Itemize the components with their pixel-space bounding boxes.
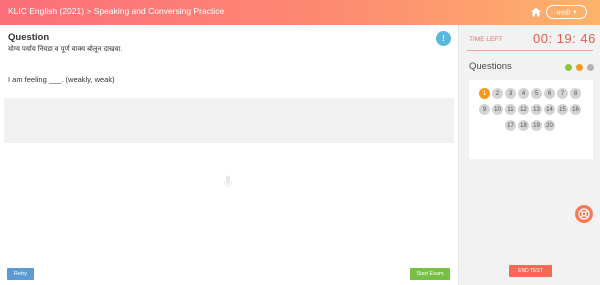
question-panel: Question योग्य पर्याय निवडा व पूर्ण वाक्… — [0, 25, 458, 285]
question-number[interactable]: 16 — [570, 104, 581, 115]
legend-unanswered-dot — [587, 64, 594, 71]
question-number[interactable]: 3 — [505, 88, 516, 99]
question-number[interactable]: 13 — [531, 104, 542, 115]
question-number[interactable]: 14 — [544, 104, 555, 115]
breadcrumb[interactable]: KLIC English (2021) > Speaking and Conve… — [8, 6, 224, 16]
help-icon — [578, 208, 590, 220]
question-instruction: योग्य पर्याय निवडा व पूर्ण वाक्य बोलून द… — [8, 46, 123, 53]
question-number[interactable]: 1 — [479, 88, 490, 99]
question-number[interactable]: 9 — [479, 104, 490, 115]
question-number[interactable]: 19 — [531, 120, 542, 131]
question-number[interactable]: 5 — [531, 88, 542, 99]
chevron-down-icon: ▾ — [573, 9, 577, 16]
divider — [467, 50, 593, 51]
question-sentence: I am feeling ___. (weakly, weak) — [8, 75, 115, 84]
microphone-icon[interactable] — [223, 175, 233, 189]
top-bar: KLIC English (2021) > Speaking and Conve… — [0, 0, 600, 25]
question-number[interactable]: 6 — [544, 88, 555, 99]
question-number[interactable]: 18 — [518, 120, 529, 131]
home-icon[interactable] — [530, 6, 542, 18]
question-number[interactable]: 10 — [492, 104, 503, 115]
help-button[interactable] — [575, 205, 593, 223]
time-left-label: TIME LEFT — [469, 36, 503, 43]
question-number[interactable]: 17 — [505, 120, 516, 131]
language-select[interactable]: मराठी ▾ — [546, 5, 587, 19]
question-number[interactable]: 7 — [557, 88, 568, 99]
info-icon: ! — [442, 34, 445, 43]
time-left-value: 00: 19: 46 — [533, 31, 596, 46]
retry-button[interactable]: Retry — [7, 268, 34, 280]
question-number[interactable]: 11 — [505, 104, 516, 115]
question-number[interactable]: 15 — [557, 104, 568, 115]
question-number[interactable]: 20 — [544, 120, 555, 131]
question-palette: 1 2 3 4 5 6 7 8 9 10 11 12 13 14 15 16 1… — [469, 80, 593, 159]
questions-heading: Questions — [469, 61, 512, 72]
language-label: मराठी — [556, 9, 571, 17]
question-number[interactable]: 4 — [518, 88, 529, 99]
question-number[interactable]: 2 — [492, 88, 503, 99]
question-number[interactable]: 12 — [518, 104, 529, 115]
sidebar: TIME LEFT 00: 19: 46 Questions 1 2 3 4 5… — [458, 25, 600, 285]
legend-answered-dot — [565, 64, 572, 71]
answer-area — [4, 98, 454, 143]
legend-current-dot — [576, 64, 583, 71]
question-number[interactable]: 8 — [570, 88, 581, 99]
start-exam-button[interactable]: Start Exam — [410, 268, 450, 280]
question-title: Question — [8, 32, 50, 43]
end-test-button[interactable]: END TEST — [509, 265, 552, 277]
info-button[interactable]: ! — [436, 31, 451, 46]
